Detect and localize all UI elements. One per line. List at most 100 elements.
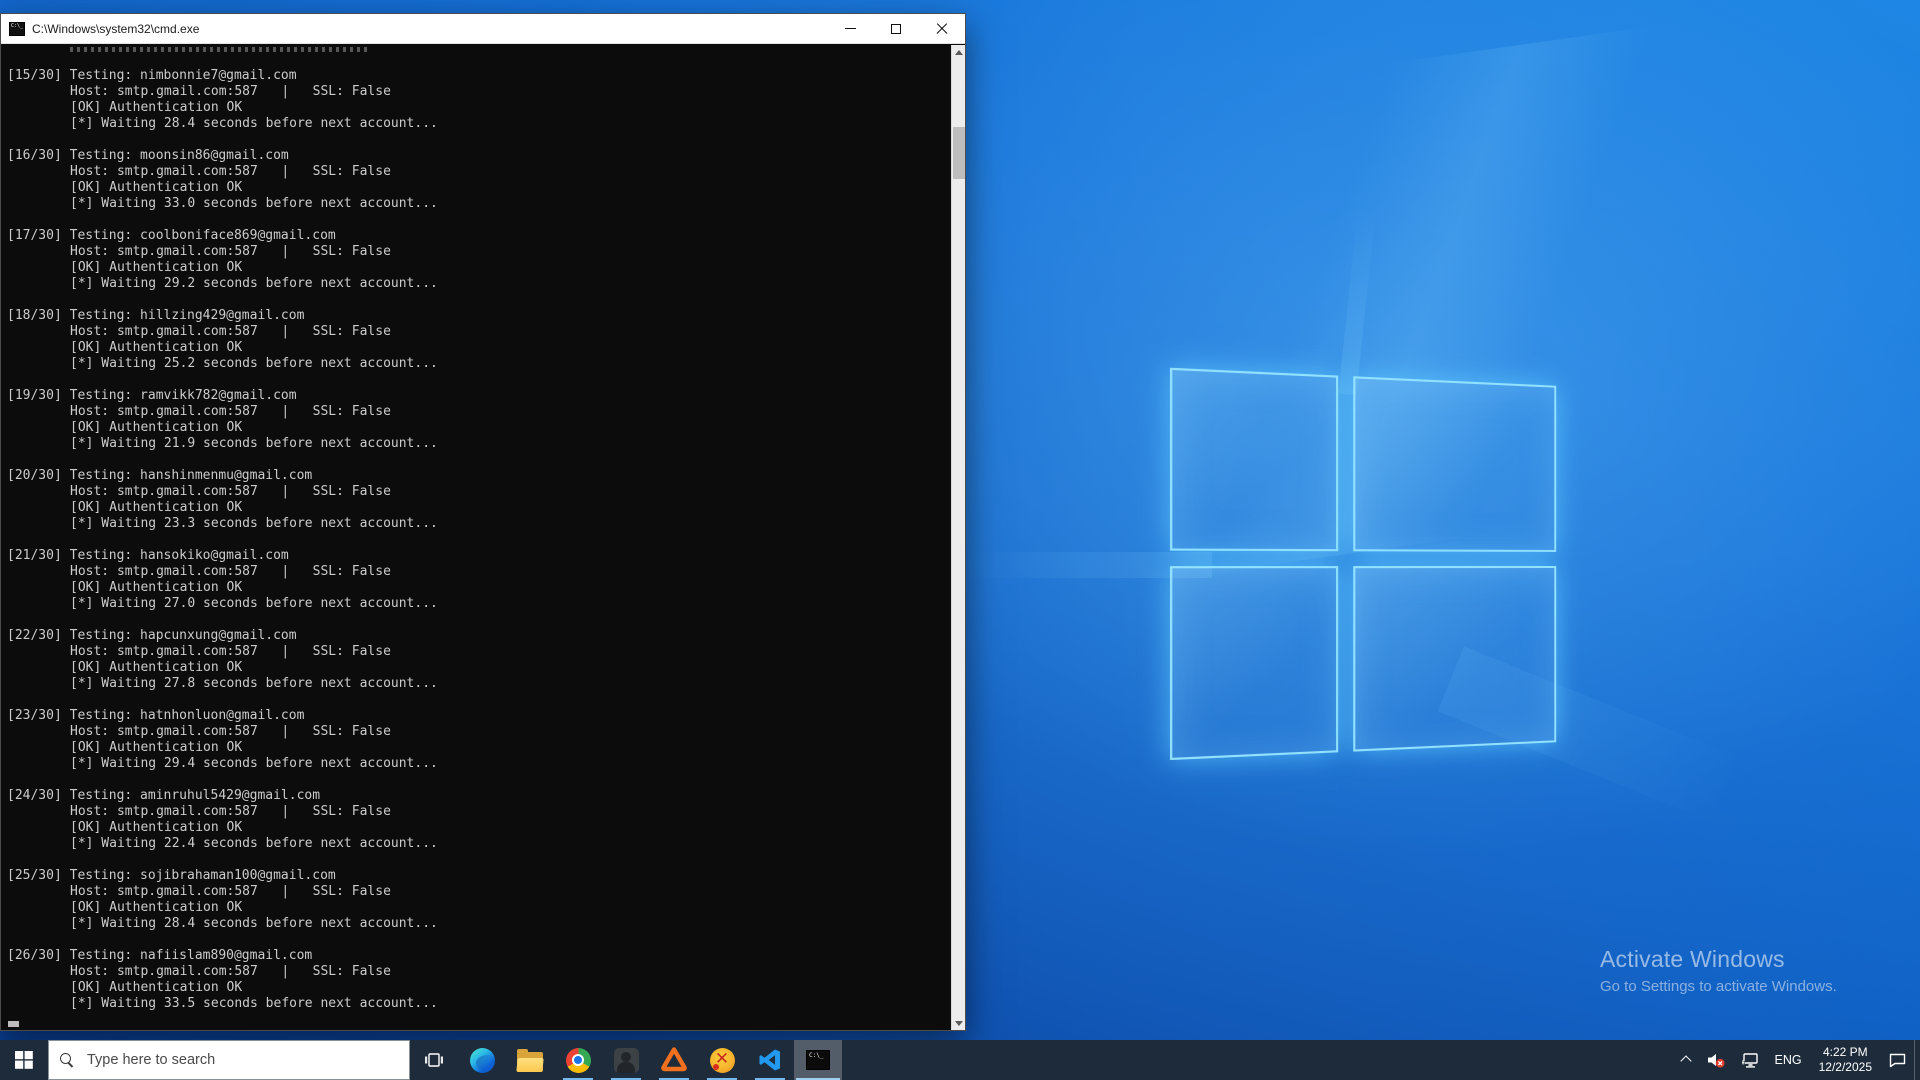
log-wait: [*] Waiting 29.2 seconds before next acc…: [7, 276, 945, 292]
tray-clock-button[interactable]: 4:22 PM 12/2/2025: [1810, 1040, 1881, 1080]
log-host: Host: smtp.gmail.com:587 | SSL: False: [7, 964, 945, 980]
show-desktop-button[interactable]: [1914, 1040, 1920, 1080]
tray-network-button[interactable]: [1733, 1040, 1767, 1080]
log-header: [16/30] Testing: moonsin86@gmail.com: [7, 148, 945, 164]
search-icon: [59, 1052, 75, 1068]
log-header: [18/30] Testing: hillzing429@gmail.com: [7, 308, 945, 324]
log-auth: [OK] Authentication OK: [7, 580, 945, 596]
action-center-icon: [1888, 1051, 1907, 1069]
log-entry: [17/30] Testing: coolboniface869@gmail.c…: [7, 228, 945, 292]
log-auth: [OK] Authentication OK: [7, 740, 945, 756]
log-host: Host: smtp.gmail.com:587 | SSL: False: [7, 404, 945, 420]
search-input[interactable]: [85, 1051, 399, 1069]
logo-pane-top-right: [1353, 376, 1556, 552]
log-wait: [*] Waiting 29.4 seconds before next acc…: [7, 756, 945, 772]
activate-windows-watermark: Activate Windows Go to Settings to activ…: [1600, 946, 1837, 995]
clock-time: 4:22 PM: [1823, 1045, 1868, 1060]
log-header: [19/30] Testing: ramvikk782@gmail.com: [7, 388, 945, 404]
maximize-icon: [891, 24, 901, 34]
log-entry: [23/30] Testing: hatnhonluon@gmail.com H…: [7, 708, 945, 772]
tray-language-button[interactable]: ENG: [1767, 1040, 1810, 1080]
scroll-up-arrow-icon[interactable]: [952, 45, 966, 59]
log-entry: [26/30] Testing: nafiislam890@gmail.com …: [7, 948, 945, 1012]
logo-pane-bottom-left: [1170, 566, 1338, 760]
console-output: [15/30] Testing: nimbonnie7@gmail.com Ho…: [1, 45, 965, 1030]
log-host: Host: smtp.gmail.com:587 | SSL: False: [7, 244, 945, 260]
command-prompt-icon: [806, 1050, 830, 1070]
log-auth: [OK] Authentication OK: [7, 100, 945, 116]
taskbar-search[interactable]: [48, 1040, 410, 1080]
logo-pane-top-left: [1170, 368, 1338, 552]
log-wait: [*] Waiting 27.8 seconds before next acc…: [7, 676, 945, 692]
x-colorful-app-icon: [710, 1048, 735, 1073]
taskbar-app-x-colorful[interactable]: [698, 1040, 746, 1080]
log-header: [24/30] Testing: aminruhul5429@gmail.com: [7, 788, 945, 804]
dark-utility-app-icon: [614, 1048, 639, 1073]
log-entry: [15/30] Testing: nimbonnie7@gmail.com Ho…: [7, 68, 945, 132]
watermark-subtitle: Go to Settings to activate Windows.: [1600, 978, 1837, 995]
log-auth: [OK] Authentication OK: [7, 500, 945, 516]
chevron-up-icon: [1682, 1055, 1692, 1065]
log-auth: [OK] Authentication OK: [7, 900, 945, 916]
log-wait: [*] Waiting 21.9 seconds before next acc…: [7, 436, 945, 452]
console-scrollbar[interactable]: [951, 45, 965, 1030]
log-header: [17/30] Testing: coolboniface869@gmail.c…: [7, 228, 945, 244]
taskbar-app-vscode[interactable]: [746, 1040, 794, 1080]
system-tray: ENG 4:22 PM 12/2/2025: [1675, 1040, 1920, 1080]
taskbar-app-chrome[interactable]: [554, 1040, 602, 1080]
log-header: [20/30] Testing: hanshinmenmu@gmail.com: [7, 468, 945, 484]
scroll-down-arrow-icon[interactable]: [952, 1016, 966, 1030]
log-host: Host: smtp.gmail.com:587 | SSL: False: [7, 324, 945, 340]
watermark-title: Activate Windows: [1600, 946, 1837, 973]
log-header: [25/30] Testing: sojibrahaman100@gmail.c…: [7, 868, 945, 884]
log-entry: [19/30] Testing: ramvikk782@gmail.com Ho…: [7, 388, 945, 452]
minimize-button[interactable]: [827, 14, 873, 44]
start-button[interactable]: [0, 1040, 48, 1080]
log-auth: [OK] Authentication OK: [7, 660, 945, 676]
log-entry: [20/30] Testing: hanshinmenmu@gmail.com …: [7, 468, 945, 532]
log-entry: [16/30] Testing: moonsin86@gmail.com Hos…: [7, 148, 945, 212]
taskbar-app-edge[interactable]: [458, 1040, 506, 1080]
light-beam: [1338, 210, 1375, 396]
task-view-icon: [424, 1050, 444, 1070]
orange-triangle-app-icon: [661, 1047, 687, 1073]
cmd-titlebar[interactable]: C:\Windows\system32\cmd.exe: [1, 14, 965, 44]
log-wait: [*] Waiting 33.0 seconds before next acc…: [7, 196, 945, 212]
log-host: Host: smtp.gmail.com:587 | SSL: False: [7, 644, 945, 660]
log-wait: [*] Waiting 27.0 seconds before next acc…: [7, 596, 945, 612]
log-wait: [*] Waiting 28.4 seconds before next acc…: [7, 116, 945, 132]
maximize-button[interactable]: [873, 14, 919, 44]
tray-volume-button[interactable]: [1699, 1040, 1733, 1080]
console-cursor: [8, 1021, 19, 1027]
log-entry: [18/30] Testing: hillzing429@gmail.com H…: [7, 308, 945, 372]
log-wait: [*] Waiting 23.3 seconds before next acc…: [7, 516, 945, 532]
edge-browser-icon: [470, 1048, 495, 1073]
tray-chevron-button[interactable]: [1675, 1040, 1699, 1080]
taskbar-app-file-explorer[interactable]: [506, 1040, 554, 1080]
chrome-browser-icon: [566, 1048, 591, 1073]
windows-flag-icon: [15, 1051, 33, 1069]
taskbar-app-orange[interactable]: [650, 1040, 698, 1080]
log-header: [22/30] Testing: hapcunxung@gmail.com: [7, 628, 945, 644]
action-center-button[interactable]: [1881, 1040, 1914, 1080]
windows-hero-logo: [1170, 368, 1562, 763]
log-entry: [25/30] Testing: sojibrahaman100@gmail.c…: [7, 868, 945, 932]
taskbar-app-cmd-active[interactable]: [794, 1040, 842, 1080]
log-auth: [OK] Authentication OK: [7, 180, 945, 196]
log-wait: [*] Waiting 28.4 seconds before next acc…: [7, 916, 945, 932]
log-header: [26/30] Testing: nafiislam890@gmail.com: [7, 948, 945, 964]
log-host: Host: smtp.gmail.com:587 | SSL: False: [7, 884, 945, 900]
taskbar-app-dark-utility[interactable]: [602, 1040, 650, 1080]
scrollbar-thumb[interactable]: [953, 127, 965, 179]
log-host: Host: smtp.gmail.com:587 | SSL: False: [7, 804, 945, 820]
task-view-button[interactable]: [410, 1040, 458, 1080]
log-header: [21/30] Testing: hansokiko@gmail.com: [7, 548, 945, 564]
close-button[interactable]: [919, 14, 965, 44]
logo-pane-bottom-right: [1353, 566, 1556, 752]
log-header: [15/30] Testing: nimbonnie7@gmail.com: [7, 68, 945, 84]
log-auth: [OK] Authentication OK: [7, 340, 945, 356]
close-icon: [936, 23, 948, 35]
log-host: Host: smtp.gmail.com:587 | SSL: False: [7, 724, 945, 740]
taskbar: ENG 4:22 PM 12/2/2025: [0, 1040, 1920, 1080]
log-entry: [22/30] Testing: hapcunxung@gmail.com Ho…: [7, 628, 945, 692]
